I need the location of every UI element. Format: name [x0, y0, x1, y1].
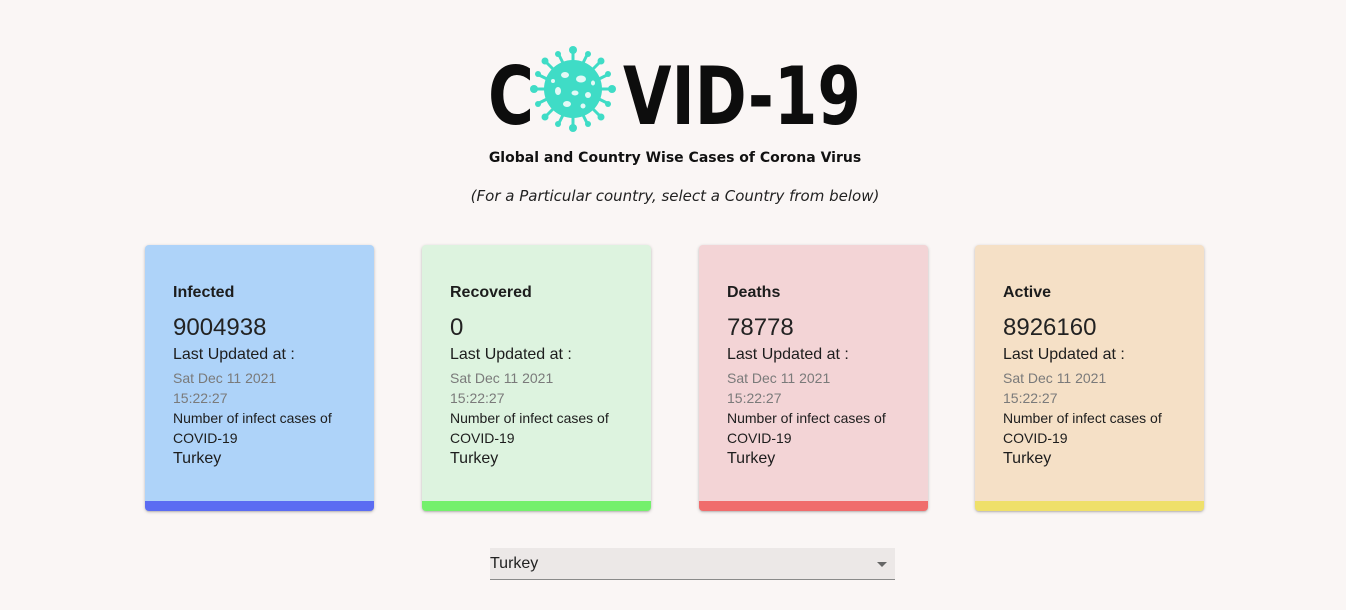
covid-19-logo: C VID-19 [488, 46, 862, 132]
card-value: 8926160 [1003, 314, 1097, 341]
card-description: Number of infect cases of COVID-19 [727, 410, 886, 446]
last-updated-date: Sat Dec 11 2021 15:22:27 [173, 370, 277, 406]
card-description: Number of infect cases of COVID-19 [1003, 410, 1162, 446]
chevron-down-icon[interactable] [877, 562, 887, 567]
card-label: Deaths [727, 284, 781, 301]
last-updated-label: Last Updated at : [173, 346, 295, 363]
card-label: Active [1003, 284, 1052, 301]
card-recovered: Recovered 0 Last Updated at : Sat Dec 11… [422, 245, 651, 511]
virus-icon [530, 46, 616, 132]
card-label: Recovered [450, 284, 532, 301]
last-updated-date: Sat Dec 11 2021 15:22:27 [450, 370, 554, 406]
card-value: 78778 [727, 314, 794, 341]
card-value: 9004938 [173, 314, 267, 341]
page: C VID-19 Global and Country Wise Cases o… [0, 0, 1346, 610]
card-accent-bar [145, 501, 374, 511]
select-instruction: (For a Particular country, select a Coun… [470, 187, 880, 205]
card-country: Turkey [1003, 450, 1052, 467]
country-select-value: Turkey [490, 555, 539, 572]
last-updated-label: Last Updated at : [1003, 346, 1125, 363]
card-deaths: Deaths 78778 Last Updated at : Sat Dec 1… [699, 245, 928, 511]
card-accent-bar [699, 501, 928, 511]
logo-text-vid19: VID-19 [623, 50, 861, 132]
card-value: 0 [450, 314, 464, 341]
card-infected: Infected 9004938 Last Updated at : Sat D… [145, 245, 374, 511]
last-updated-label: Last Updated at : [450, 346, 572, 363]
page-subtitle: Global and Country Wise Cases of Corona … [488, 150, 862, 166]
card-country: Turkey [450, 450, 499, 467]
card-label: Infected [173, 284, 235, 301]
card-description: Number of infect cases of COVID-19 [173, 410, 332, 446]
last-updated-date: Sat Dec 11 2021 15:22:27 [727, 370, 831, 406]
country-select[interactable]: Turkey [490, 548, 895, 580]
card-accent-bar [422, 501, 651, 511]
card-country: Turkey [173, 450, 222, 467]
logo-letter-c: C [488, 50, 534, 132]
last-updated-date: Sat Dec 11 2021 15:22:27 [1003, 370, 1107, 406]
card-description: Number of infect cases of COVID-19 [450, 410, 609, 446]
card-country: Turkey [727, 450, 776, 467]
card-active: Active 8926160 Last Updated at : Sat Dec… [975, 245, 1204, 511]
card-accent-bar [975, 501, 1204, 511]
last-updated-label: Last Updated at : [727, 346, 849, 363]
